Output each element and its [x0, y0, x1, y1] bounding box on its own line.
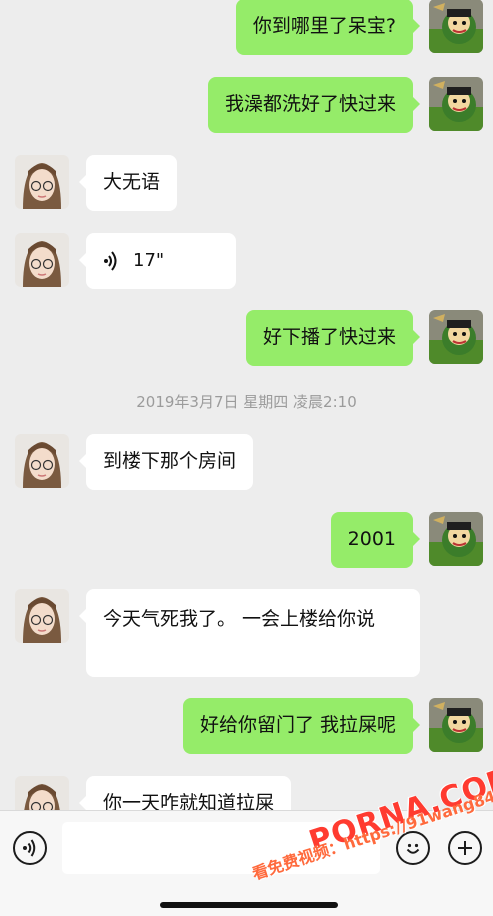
plus-icon — [456, 839, 474, 857]
contact-avatar[interactable] — [15, 155, 69, 209]
message-bubble-in[interactable]: 大无语 — [78, 155, 178, 211]
add-button[interactable] — [448, 831, 482, 865]
voice-message[interactable]: 17" — [79, 233, 236, 289]
contact-avatar[interactable] — [15, 776, 69, 810]
contact-avatar[interactable] — [15, 434, 69, 488]
message-bubble-out[interactable]: 我澡都洗好了快过来 — [207, 77, 421, 133]
message-bubble-out[interactable]: 你到哪里了呆宝? — [235, 0, 421, 55]
voice-duration: 17" — [133, 250, 165, 271]
user-avatar[interactable] — [429, 698, 483, 752]
emoji-icon — [403, 838, 423, 858]
message-bubble-in[interactable]: 到楼下那个房间 — [78, 434, 254, 490]
chat-area[interactable]: 你到哪里了呆宝? 我澡都洗好了快过来 大无语 17" 好下播了快过来 2019年… — [0, 0, 493, 810]
message-bubble-out[interactable]: 好下播了快过来 — [245, 310, 421, 366]
message-bubble-out[interactable]: 2001 — [330, 512, 421, 568]
user-avatar[interactable] — [429, 512, 483, 566]
voice-icon — [21, 838, 39, 858]
home-indicator — [160, 902, 338, 908]
contact-avatar[interactable] — [15, 233, 69, 287]
message-bubble-in[interactable]: 你一天咋就知道拉屎 — [78, 776, 292, 810]
user-avatar[interactable] — [429, 310, 483, 364]
voice-wave-icon — [103, 250, 119, 272]
user-avatar[interactable] — [429, 0, 483, 53]
timestamp: 2019年3月7日 星期四 凌晨2:10 — [136, 393, 357, 411]
user-avatar[interactable] — [429, 77, 483, 131]
message-bubble-in[interactable]: 今天气死我了。 一会上楼给你说 — [79, 589, 420, 677]
contact-avatar[interactable] — [15, 589, 69, 643]
message-bubble-out[interactable]: 好给你留门了 我拉屎呢 — [182, 698, 421, 754]
voice-input-button[interactable] — [13, 831, 47, 865]
